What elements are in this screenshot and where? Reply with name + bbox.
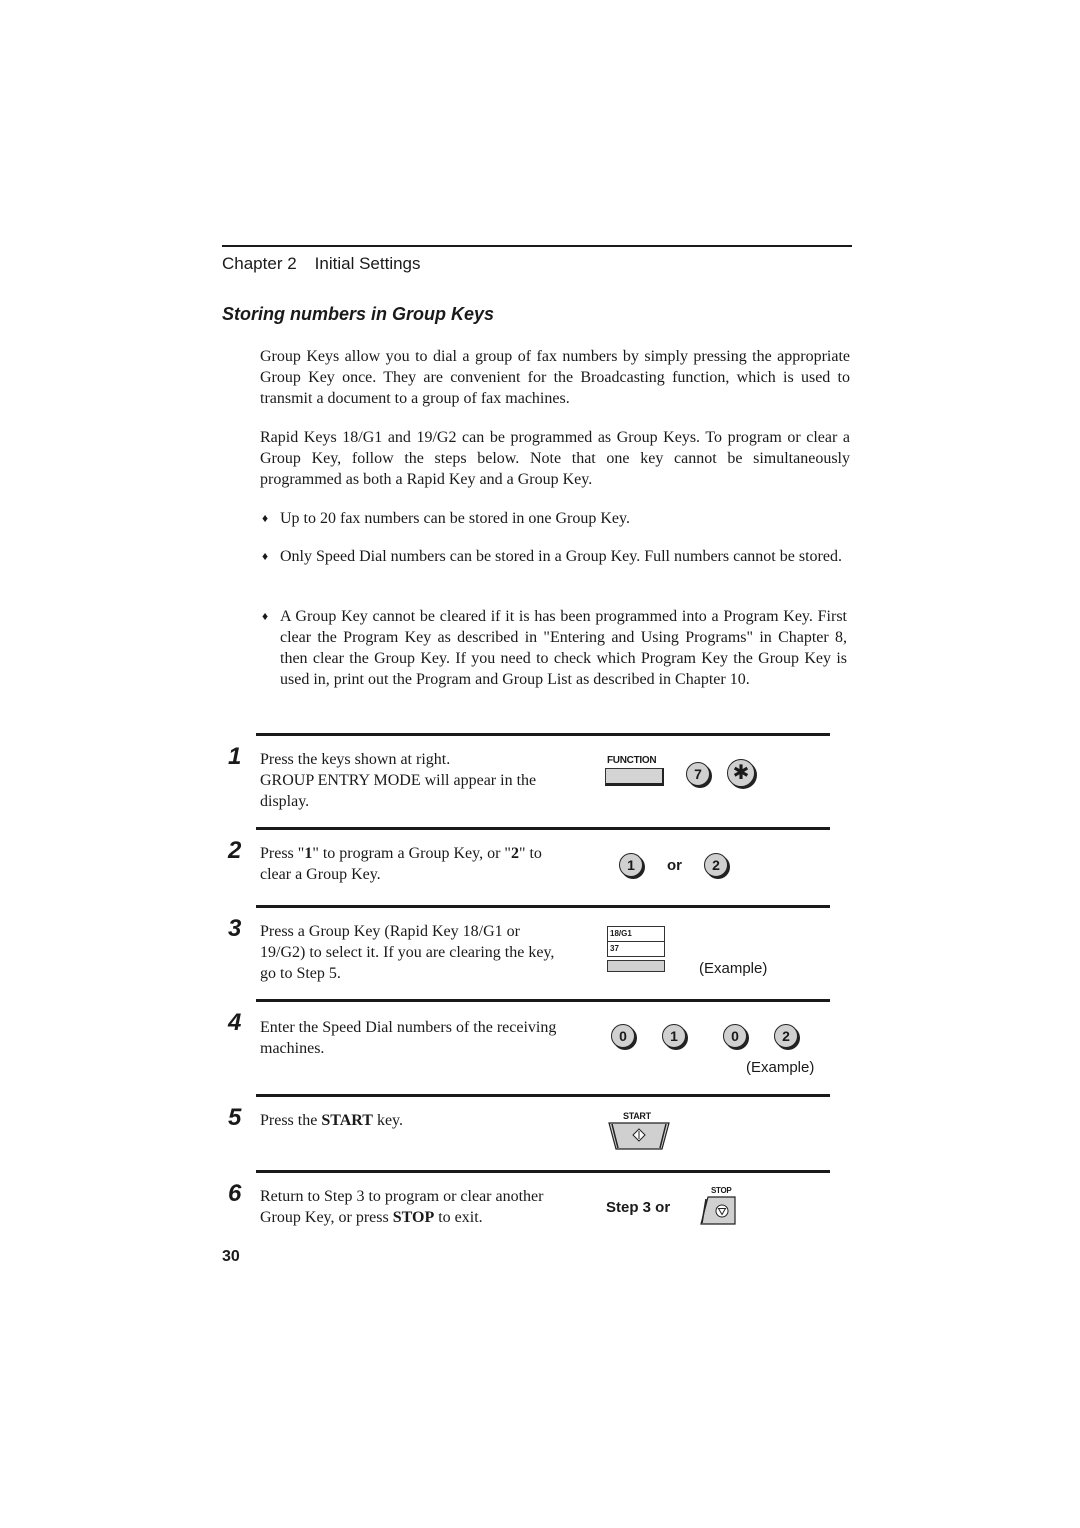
rapid-key-button[interactable] bbox=[607, 960, 665, 972]
digit-key[interactable]: 0 bbox=[723, 1024, 747, 1048]
function-key-label: FUNCTION bbox=[607, 755, 657, 766]
diamond-bullet-icon: ♦ bbox=[262, 609, 269, 623]
star-key[interactable]: ✱ bbox=[727, 759, 755, 787]
step-number: 6 bbox=[228, 1180, 242, 1207]
step-6-text: Return to Step 3 to program or clear ano… bbox=[260, 1186, 560, 1228]
asterisk-icon: ✱ bbox=[732, 762, 750, 784]
intro-paragraph-1: Group Keys allow you to dial a group of … bbox=[260, 348, 850, 407]
step-1-line2: GROUP ENTRY MODE will appear in the disp… bbox=[260, 772, 537, 810]
step-number: 1 bbox=[228, 743, 242, 770]
step-divider bbox=[256, 733, 830, 736]
stop-key-label: STOP bbox=[711, 1186, 732, 1195]
stop-key[interactable] bbox=[700, 1196, 736, 1226]
digit-1-key[interactable]: 1 bbox=[619, 853, 643, 877]
digit-2-key[interactable]: 2 bbox=[704, 853, 728, 877]
rapid-key-label-card: 18/G1 37 bbox=[607, 926, 665, 957]
step-divider bbox=[256, 905, 830, 908]
step-3-text: Press a Group Key (Rapid Key 18/G1 or 19… bbox=[260, 923, 555, 982]
diamond-bullet-icon: ♦ bbox=[262, 511, 269, 525]
digit-key[interactable]: 0 bbox=[611, 1024, 635, 1048]
rapid-key-bottom-label: 37 bbox=[608, 942, 664, 956]
text-run: " to program a Group Key, or " bbox=[312, 845, 511, 862]
bullet-text: Only Speed Dial numbers can be stored in… bbox=[280, 548, 842, 565]
bold-run: 2 bbox=[510, 845, 519, 862]
step-1-text: Press the keys shown at right. GROUP ENT… bbox=[260, 749, 580, 812]
rapid-key-example[interactable]: 18/G1 37 bbox=[607, 926, 665, 972]
section-title: Storing numbers in Group Keys bbox=[222, 304, 495, 324]
chapter-header: Chapter 2 Initial Settings bbox=[222, 254, 421, 274]
text-run: to exit. bbox=[434, 1209, 483, 1226]
text-run: key. bbox=[372, 1112, 403, 1129]
step-5-text: Press the START key. bbox=[260, 1110, 580, 1131]
step-number: 5 bbox=[228, 1104, 242, 1131]
chapter-label: Chapter 2 bbox=[222, 254, 297, 273]
example-label: (Example) bbox=[746, 1059, 815, 1076]
step-2-text: Press "1" to program a Group Key, or "2"… bbox=[260, 843, 560, 885]
step-1-line1: Press the keys shown at right. bbox=[260, 751, 451, 768]
bullet-item: ♦ Up to 20 fax numbers can be stored in … bbox=[262, 508, 847, 529]
bullet-text: A Group Key cannot be cleared if it is h… bbox=[280, 608, 847, 688]
example-label: (Example) bbox=[699, 960, 768, 977]
function-key[interactable] bbox=[605, 768, 664, 786]
rapid-key-top-label: 18/G1 bbox=[608, 927, 664, 942]
diamond-bullet-icon: ♦ bbox=[262, 549, 269, 563]
text-run: Press " bbox=[260, 845, 305, 862]
text-run: Press the bbox=[260, 1112, 322, 1129]
step-number: 3 bbox=[228, 915, 242, 942]
step-divider bbox=[256, 827, 830, 830]
start-key[interactable] bbox=[608, 1122, 670, 1150]
bullet-text: Up to 20 fax numbers can be stored in on… bbox=[280, 510, 630, 527]
chapter-title: Initial Settings bbox=[314, 254, 421, 273]
bullet-item: ♦ Only Speed Dial numbers can be stored … bbox=[262, 546, 847, 567]
step-4-text: Enter the Speed Dial numbers of the rece… bbox=[260, 1019, 557, 1057]
or-label: or bbox=[667, 857, 682, 874]
bullet-item: ♦ A Group Key cannot be cleared if it is… bbox=[262, 606, 847, 690]
step-3-reference[interactable]: Step 3 or bbox=[606, 1199, 670, 1216]
digit-7-key[interactable]: 7 bbox=[686, 762, 710, 786]
step-number: 4 bbox=[228, 1009, 242, 1036]
bold-run: STOP bbox=[392, 1209, 435, 1226]
digit-key[interactable]: 1 bbox=[662, 1024, 686, 1048]
header-rule bbox=[222, 245, 852, 247]
bold-run: START bbox=[321, 1112, 373, 1129]
step-divider bbox=[256, 1094, 830, 1097]
stop-triangle-icon bbox=[715, 1204, 729, 1218]
step-number: 2 bbox=[228, 837, 242, 864]
start-key-label: START bbox=[623, 1111, 651, 1121]
digit-key[interactable]: 2 bbox=[774, 1024, 798, 1048]
step-divider bbox=[256, 1170, 830, 1173]
page-number: 30 bbox=[222, 1248, 240, 1265]
step-divider bbox=[256, 999, 830, 1002]
intro-paragraph-2: Rapid Keys 18/G1 and 19/G2 can be progra… bbox=[260, 429, 850, 488]
